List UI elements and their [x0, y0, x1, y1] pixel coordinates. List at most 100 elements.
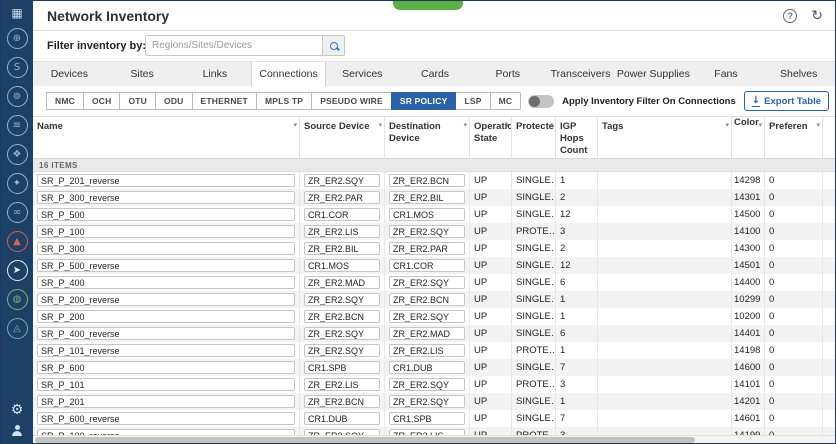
col-header-preference[interactable]: Preferen ▾: [765, 117, 823, 158]
connection-name-cell[interactable]: SR_P_600_reverse: [37, 412, 295, 425]
source-device-cell[interactable]: ZR_ER2.BIL: [304, 242, 380, 255]
nav-icon-8[interactable]: ▲: [6, 231, 28, 252]
user-icon[interactable]: [11, 425, 23, 437]
connection-name-cell[interactable]: SR_P_500: [37, 208, 295, 221]
apply-filter-toggle[interactable]: [528, 94, 555, 108]
connection-type-tab[interactable]: NMC: [46, 92, 84, 110]
destination-device-cell[interactable]: ZR_ER2.SQY: [389, 310, 465, 323]
search-button[interactable]: [322, 36, 344, 55]
inventory-tab[interactable]: Links: [178, 62, 252, 87]
connection-name-cell[interactable]: SR_P_101_reverse: [37, 344, 295, 357]
source-device-cell[interactable]: ZR_ER2.LIS: [304, 378, 380, 391]
inventory-tab[interactable]: Transceivers: [544, 62, 617, 87]
inventory-tab[interactable]: Devices: [33, 62, 106, 87]
filter-dropdown-icon[interactable]: ▾: [378, 121, 382, 130]
col-header-destination-device[interactable]: Destination Device ▾: [385, 117, 470, 158]
filter-dropdown-icon[interactable]: ▾: [816, 121, 820, 130]
connection-name-cell[interactable]: SR_P_300: [37, 242, 295, 255]
col-header-protected[interactable]: Protecte ▾: [512, 117, 556, 158]
nav-icon-1[interactable]: ⊕: [6, 28, 28, 49]
inventory-tab[interactable]: Fans: [689, 62, 763, 87]
table-row[interactable]: SR_P_201 ZR_ER2.BCN ZR_ER2.SQY UP SINGLE…: [33, 393, 835, 410]
nav-icon-7[interactable]: ∞: [6, 202, 28, 223]
inventory-tab[interactable]: Ports: [471, 62, 545, 87]
filter-dropdown-icon[interactable]: ▾: [463, 121, 467, 130]
source-device-cell[interactable]: ZR_ER2.SQY: [304, 293, 380, 306]
nav-icon-4[interactable]: ≡: [6, 115, 28, 136]
destination-device-cell[interactable]: ZR_ER2.MAD: [389, 327, 465, 340]
table-row[interactable]: SR_P_600_reverse CR1.DUB CR1.SPB UP SING…: [33, 410, 835, 427]
destination-device-cell[interactable]: CR1.MOS: [389, 208, 465, 221]
table-row[interactable]: SR_P_100 ZR_ER2.LIS ZR_ER2.SQY UP PROTE……: [33, 223, 835, 240]
table-row[interactable]: SR_P_200_reverse ZR_ER2.SQY ZR_ER2.BCN U…: [33, 291, 835, 308]
table-row[interactable]: SR_P_500 CR1.COR CR1.MOS UP SINGLE… 12 1…: [33, 206, 835, 223]
destination-device-cell[interactable]: CR1.DUB: [389, 361, 465, 374]
destination-device-cell[interactable]: ZR_ER2.PAR: [389, 242, 465, 255]
table-row[interactable]: SR_P_400 ZR_ER2.MAD ZR_ER2.SQY UP SINGLE…: [33, 274, 835, 291]
nav-icon-10[interactable]: ◍: [6, 289, 28, 310]
connection-name-cell[interactable]: SR_P_100: [37, 225, 295, 238]
table-row[interactable]: SR_P_300_reverse ZR_ER2.PAR ZR_ER2.BIL U…: [33, 189, 835, 206]
nav-icon-3[interactable]: ⊚: [6, 86, 28, 107]
source-device-cell[interactable]: CR1.DUB: [304, 412, 380, 425]
table-row[interactable]: SR_P_101_reverse ZR_ER2.SQY ZR_ER2.LIS U…: [33, 342, 835, 359]
filter-dropdown-icon[interactable]: ▾: [758, 121, 762, 130]
connection-type-tab[interactable]: MPLS TP: [255, 92, 313, 110]
table-row[interactable]: SR_P_201_reverse ZR_ER2.SQY ZR_ER2.BCN U…: [33, 172, 835, 189]
export-table-button[interactable]: ↓ Export Table: [743, 91, 829, 111]
refresh-icon[interactable]: ↻: [811, 8, 823, 24]
destination-device-cell[interactable]: ZR_ER2.SQY: [389, 378, 465, 391]
filter-dropdown-icon[interactable]: ▾: [505, 121, 509, 130]
destination-device-cell[interactable]: ZR_ER2.BIL: [389, 191, 465, 204]
connection-name-cell[interactable]: SR_P_300_reverse: [37, 191, 295, 204]
filter-dropdown-icon[interactable]: ▾: [725, 121, 729, 130]
connection-name-cell[interactable]: SR_P_600: [37, 361, 295, 374]
col-header-source-device[interactable]: Source Device ▾: [300, 117, 385, 158]
source-device-cell[interactable]: ZR_ER2.MAD: [304, 276, 380, 289]
nav-icon-5[interactable]: ❖: [6, 144, 28, 165]
destination-device-cell[interactable]: ZR_ER2.SQY: [389, 276, 465, 289]
table-row[interactable]: SR_P_101 ZR_ER2.LIS ZR_ER2.SQY UP PROTE……: [33, 376, 835, 393]
gear-icon[interactable]: ⚙: [11, 402, 24, 418]
connection-type-tab[interactable]: PSEUDO WIRE: [311, 92, 392, 110]
connection-name-cell[interactable]: SR_P_500_reverse: [37, 259, 295, 272]
connection-type-tab[interactable]: OTU: [119, 92, 157, 110]
source-device-cell[interactable]: ZR_ER2.PAR: [304, 191, 380, 204]
horizontal-scrollbar[interactable]: [33, 435, 835, 443]
col-header-tags[interactable]: Tags ▾: [598, 117, 732, 158]
inventory-tab[interactable]: Services: [325, 62, 399, 87]
table-row[interactable]: SR_P_500_reverse CR1.MOS CR1.COR UP SING…: [33, 257, 835, 274]
connection-type-tab[interactable]: LSP: [455, 92, 491, 110]
inventory-tab[interactable]: Power Supplies: [616, 62, 690, 87]
table-row[interactable]: SR_P_100_reverse ZR_ER2.SQY ZR_ER2.LIS U…: [33, 427, 835, 435]
col-header-operational-state[interactable]: Operatio State ▾: [470, 117, 512, 158]
horizontal-scrollbar-thumb[interactable]: [35, 437, 695, 443]
destination-device-cell[interactable]: ZR_ER2.BCN: [389, 174, 465, 187]
source-device-cell[interactable]: ZR_ER2.LIS: [304, 225, 380, 238]
source-device-cell[interactable]: CR1.SPB: [304, 361, 380, 374]
source-device-cell[interactable]: ZR_ER2.SQY: [304, 174, 380, 187]
source-device-cell[interactable]: CR1.COR: [304, 208, 380, 221]
nav-icon-2[interactable]: S: [6, 57, 28, 78]
inventory-tab[interactable]: Shelves: [762, 62, 835, 87]
help-icon[interactable]: ?: [783, 9, 798, 23]
table-row[interactable]: SR_P_300 ZR_ER2.BIL ZR_ER2.PAR UP SINGLE…: [33, 240, 835, 257]
destination-device-cell[interactable]: ZR_ER2.SQY: [389, 395, 465, 408]
destination-device-cell[interactable]: ZR_ER2.SQY: [389, 225, 465, 238]
connection-name-cell[interactable]: SR_P_200_reverse: [37, 293, 295, 306]
destination-device-cell[interactable]: ZR_ER2.BCN: [389, 293, 465, 306]
connection-type-tab[interactable]: ODU: [155, 92, 193, 110]
col-header-name[interactable]: Name ▾: [33, 117, 300, 158]
destination-device-cell[interactable]: ZR_ER2.LIS: [389, 344, 465, 357]
table-row[interactable]: SR_P_600 CR1.SPB CR1.DUB UP SINGLE… 7 14…: [33, 359, 835, 376]
col-header-igp-hops-count[interactable]: IGP Hops Count: [556, 117, 598, 158]
table-row[interactable]: SR_P_400_reverse ZR_ER2.SQY ZR_ER2.MAD U…: [33, 325, 835, 342]
notification-drawer-handle[interactable]: [393, 1, 463, 10]
apps-grid-icon[interactable]: ▦: [11, 6, 22, 20]
filter-dropdown-icon[interactable]: ▾: [293, 121, 297, 130]
inventory-tab[interactable]: Cards: [398, 62, 472, 87]
filter-input[interactable]: [146, 36, 322, 55]
connection-name-cell[interactable]: SR_P_400: [37, 276, 295, 289]
connection-name-cell[interactable]: SR_P_201: [37, 395, 295, 408]
connection-type-tab[interactable]: SR POLICY: [390, 92, 457, 110]
